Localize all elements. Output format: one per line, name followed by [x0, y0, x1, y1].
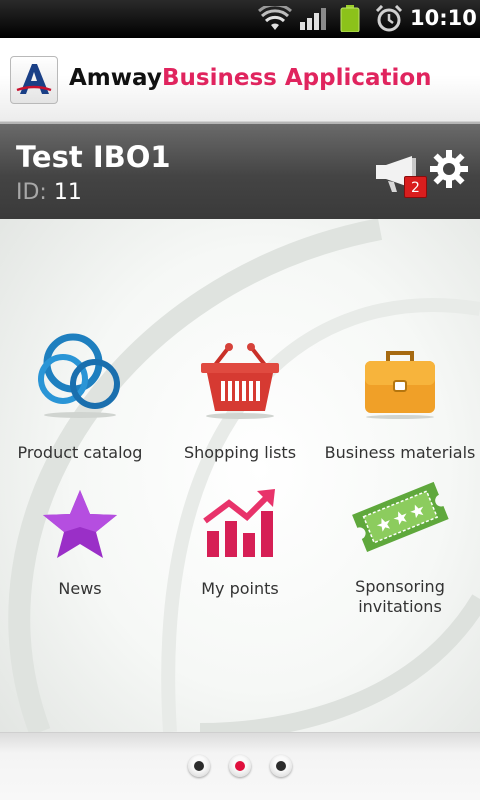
settings-gear-icon[interactable]	[429, 149, 469, 189]
tile-shopping-lists[interactable]: Shopping lists	[160, 329, 320, 479]
wifi-icon	[258, 6, 292, 30]
amway-logo-icon	[16, 64, 52, 94]
brand-name: Amway	[69, 65, 162, 91]
app-header: Amway Business Application	[0, 38, 480, 122]
tile-label-line-1: Sponsoring	[355, 577, 445, 596]
alarm-icon	[375, 5, 403, 32]
tile-label-line-2: invitations	[358, 597, 442, 616]
tile-label: Business materials	[324, 443, 476, 462]
tile-label: My points	[201, 579, 279, 598]
ticket-icon	[352, 481, 449, 552]
rings-icon	[38, 333, 120, 418]
page-indicator-2[interactable]	[229, 755, 251, 777]
user-bar: Test IBO1 ID: 11 2	[0, 122, 480, 219]
signal-icon	[300, 8, 326, 30]
tile-label: Product catalog	[17, 443, 143, 462]
user-id: ID: 11	[16, 180, 82, 205]
notification-badge[interactable]: 2	[404, 176, 427, 198]
pager-bar	[0, 732, 480, 800]
tile-label: Shopping lists	[183, 443, 297, 462]
tile-sponsoring-invitations[interactable]: Sponsoring invitations	[320, 473, 480, 623]
briefcase-icon	[365, 351, 435, 419]
tile-business-materials[interactable]: Business materials	[320, 329, 480, 479]
tile-product-catalog[interactable]: Product catalog	[0, 329, 160, 479]
tile-my-points[interactable]: My points	[160, 487, 320, 617]
app-title: Business Application	[162, 65, 432, 91]
basket-icon	[201, 343, 279, 419]
tile-label: News	[58, 579, 102, 598]
bar-chart-icon	[203, 489, 275, 557]
user-id-label: ID:	[16, 180, 47, 205]
star-icon	[43, 490, 117, 558]
user-name: Test IBO1	[16, 140, 171, 174]
tile-news[interactable]: News	[0, 487, 160, 617]
main-menu-grid: Product catalog Shopping lists Business …	[0, 219, 480, 732]
status-bar: 10:10	[0, 0, 480, 38]
page-indicator-3[interactable]	[270, 755, 292, 777]
page-indicator-1[interactable]	[188, 755, 210, 777]
clock: 10:10	[410, 6, 477, 30]
battery-icon	[340, 5, 360, 32]
user-id-value: 11	[53, 180, 82, 205]
amway-logo	[10, 56, 58, 104]
